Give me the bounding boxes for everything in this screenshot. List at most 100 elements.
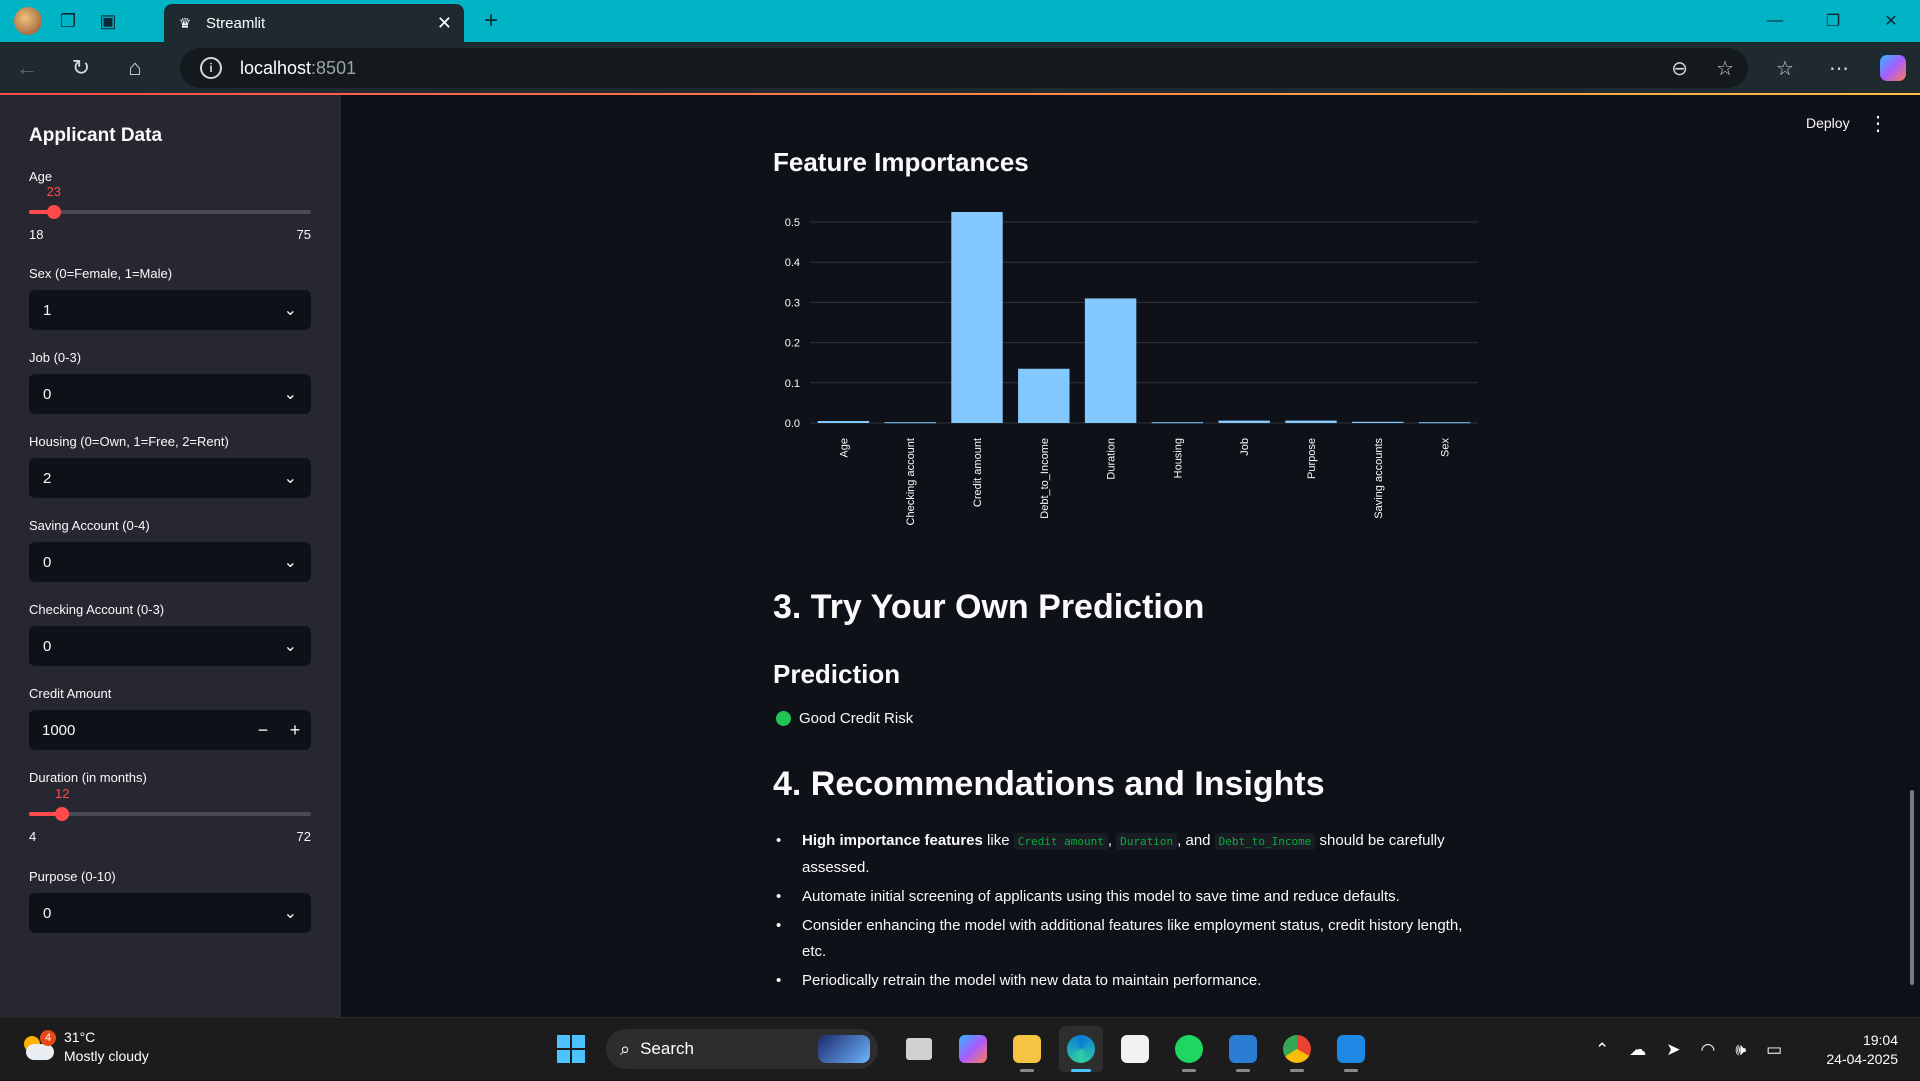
purpose-select[interactable]: 0 ⌄ — [29, 893, 311, 933]
battery-icon[interactable]: ▭ — [1766, 1040, 1782, 1060]
bar-debt-to-income[interactable] — [1018, 368, 1070, 423]
purpose-value: 0 — [43, 904, 52, 922]
window-controls: — ❐ ✕ — [1746, 0, 1920, 42]
word-app[interactable] — [1221, 1026, 1265, 1072]
store-app[interactable] — [1113, 1026, 1157, 1072]
favorite-star-icon[interactable]: ☆ — [1716, 56, 1734, 81]
task-view-button[interactable] — [897, 1026, 941, 1072]
favorites-icon[interactable]: ☆ — [1758, 56, 1812, 81]
tab-close-icon[interactable]: ✕ — [437, 13, 452, 34]
taskbar: 4 31°C Mostly cloudy ⌕ Search ⌃ ☁ ➤ ◠ 🕪 … — [0, 1017, 1920, 1080]
saving-select[interactable]: 0 ⌄ — [29, 542, 311, 582]
list-item: Periodically retrain the model with new … — [773, 968, 1488, 994]
feature-importances-title: Feature Importances — [773, 147, 1029, 177]
x-tick-label: Job — [1239, 438, 1251, 456]
vscode-app[interactable] — [1329, 1026, 1373, 1072]
reload-button[interactable]: ↻ — [54, 42, 108, 94]
onedrive-cloud-icon[interactable]: ☁ — [1629, 1040, 1646, 1060]
x-tick-label: Credit amount — [972, 438, 984, 507]
word-icon — [1229, 1035, 1257, 1063]
copilot-button[interactable] — [1866, 55, 1920, 81]
wifi-icon[interactable]: ◠ — [1701, 1040, 1716, 1060]
system-tray: ⌃ ☁ ➤ ◠ 🕪 ▭ — [1595, 1018, 1782, 1081]
x-tick-label: Checking account — [905, 438, 917, 525]
age-slider-value: 23 — [46, 184, 62, 199]
bar-job[interactable] — [1218, 420, 1270, 423]
restore-button[interactable]: ❐ — [1804, 0, 1862, 42]
weather-widget[interactable]: 4 31°C Mostly cloudy — [20, 1028, 149, 1066]
system-clock[interactable]: 19:04 24-04-2025 — [1826, 1031, 1898, 1069]
sidebar: Applicant Data Age 23 18 75 Sex (0=Femal… — [0, 95, 341, 1017]
checking-select[interactable]: 0 ⌄ — [29, 626, 311, 666]
clock-date: 24-04-2025 — [1826, 1051, 1898, 1067]
age-min: 18 — [29, 227, 44, 242]
bar-purpose[interactable] — [1285, 420, 1337, 423]
weather-badge: 4 — [40, 1030, 56, 1046]
bar-credit-amount[interactable] — [951, 212, 1003, 423]
url-text: localhost:8501 — [240, 57, 357, 78]
tray-chevron-up-icon[interactable]: ⌃ — [1595, 1040, 1609, 1060]
chevron-down-icon: ⌄ — [283, 554, 297, 571]
url-field[interactable]: i localhost:8501 ⊖ ☆ — [180, 48, 1748, 88]
tab-streamlit[interactable]: ♛ Streamlit ✕ — [164, 4, 464, 42]
bar-age[interactable] — [817, 420, 870, 423]
decrement-button[interactable]: − — [247, 710, 279, 750]
more-options-icon[interactable]: ⋯ — [1812, 56, 1866, 81]
chevron-down-icon: ⌄ — [283, 386, 297, 403]
age-slider[interactable]: 23 — [29, 184, 311, 219]
minimize-button[interactable]: — — [1746, 0, 1804, 42]
browser-tab-bar: ❐ ▣ ♛ Streamlit ✕ + — ❐ ✕ — [0, 0, 1920, 42]
bar-checking-account[interactable] — [884, 422, 936, 424]
vscode-icon — [1337, 1035, 1365, 1063]
back-button[interactable]: ← — [0, 42, 54, 94]
age-max: 75 — [296, 227, 311, 242]
bar-sex[interactable] — [1418, 422, 1471, 424]
x-tick-label: Age — [838, 438, 850, 458]
copilot-app[interactable] — [951, 1026, 995, 1072]
job-label: Job (0-3) — [29, 350, 82, 365]
tab-title: Streamlit — [206, 14, 266, 32]
prediction-result: Good Credit Risk — [776, 710, 913, 727]
job-select[interactable]: 0 ⌄ — [29, 374, 311, 414]
bar-saving-accounts[interactable] — [1352, 421, 1404, 423]
housing-select[interactable]: 2 ⌄ — [29, 458, 311, 498]
workspaces-icon[interactable]: ❐ — [48, 0, 88, 42]
sex-value: 1 — [43, 301, 52, 319]
taskbar-search[interactable]: ⌕ Search — [606, 1029, 878, 1069]
duration-slider-thumb[interactable] — [55, 807, 70, 821]
deploy-button[interactable]: Deploy — [1806, 115, 1850, 131]
increment-button[interactable]: + — [279, 710, 311, 750]
chrome-app[interactable] — [1275, 1026, 1319, 1072]
credit-label: Credit Amount — [29, 686, 112, 701]
bar-housing[interactable] — [1151, 422, 1204, 424]
weather-condition: Mostly cloudy — [64, 1048, 149, 1064]
credit-amount-input[interactable]: 1000 − + — [29, 710, 311, 750]
main-scrollbar[interactable] — [1910, 790, 1914, 985]
chrome-icon — [1283, 1035, 1311, 1063]
vertical-tabs-icon[interactable]: ▣ — [88, 0, 128, 42]
purpose-label: Purpose (0-10) — [29, 869, 116, 884]
site-info-icon[interactable]: i — [200, 57, 222, 79]
main-menu-icon[interactable]: ⋮ — [1868, 111, 1888, 136]
profile-avatar[interactable] — [14, 7, 42, 35]
edge-app[interactable] — [1059, 1026, 1103, 1072]
y-tick-label: 0.3 — [785, 297, 800, 309]
x-tick-label: Debt_to_Income — [1039, 438, 1051, 519]
store-icon — [1121, 1035, 1149, 1063]
zoom-icon[interactable]: ⊖ — [1671, 56, 1688, 81]
spotify-app[interactable] — [1167, 1026, 1211, 1072]
bar-duration[interactable] — [1084, 298, 1137, 423]
location-arrow-icon[interactable]: ➤ — [1666, 1040, 1680, 1060]
home-button[interactable]: ⌂ — [108, 42, 162, 94]
start-button[interactable] — [548, 1026, 594, 1072]
file-explorer-app[interactable] — [1005, 1026, 1049, 1072]
new-tab-button[interactable]: + — [476, 6, 506, 36]
volume-icon[interactable]: 🕪 — [1735, 1040, 1746, 1060]
age-slider-thumb[interactable] — [46, 205, 61, 219]
chevron-down-icon: ⌄ — [283, 302, 297, 319]
taskbar-apps: ⌕ Search — [548, 1026, 1378, 1072]
sex-select[interactable]: 1 ⌄ — [29, 290, 311, 330]
housing-label: Housing (0=Own, 1=Free, 2=Rent) — [29, 434, 229, 449]
duration-slider[interactable]: 12 — [29, 786, 311, 821]
window-close-button[interactable]: ✕ — [1862, 0, 1920, 42]
